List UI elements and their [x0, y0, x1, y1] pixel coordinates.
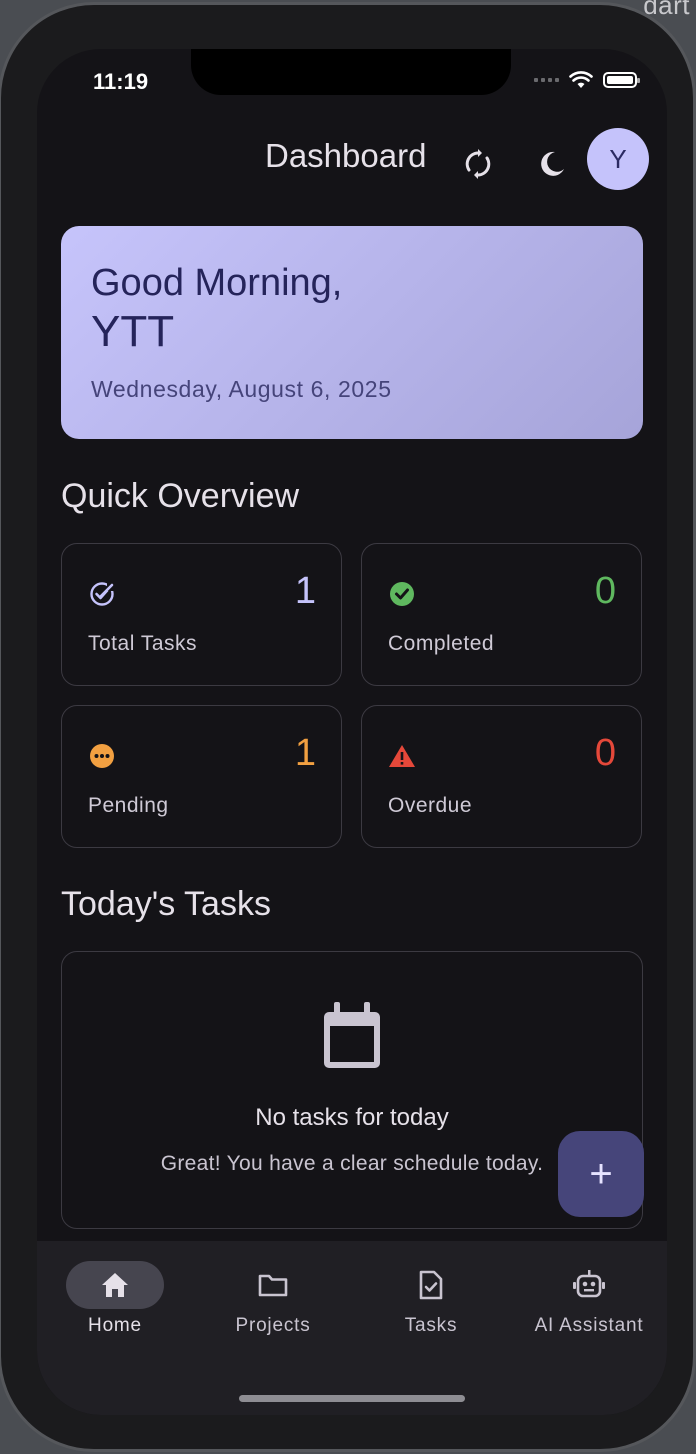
task-checklist-icon — [419, 1270, 443, 1300]
stat-value: 0 — [594, 570, 616, 612]
empty-state-title: No tasks for today — [255, 1104, 449, 1131]
greeting-text: Good Morning, — [91, 262, 343, 304]
stat-value: 1 — [294, 570, 316, 612]
home-icon — [102, 1273, 128, 1297]
device-notch — [191, 49, 511, 95]
current-date: Wednesday, August 6, 2025 — [91, 376, 392, 402]
nav-label: AI Assistant — [534, 1315, 644, 1336]
nav-indicator — [382, 1261, 480, 1309]
robot-icon — [573, 1270, 605, 1298]
status-time: 11:19 — [93, 69, 149, 94]
stat-card-total-tasks[interactable]: 1 Total Tasks — [61, 543, 342, 686]
nav-indicator — [224, 1261, 322, 1309]
nav-item-projects[interactable]: Projects — [198, 1261, 348, 1337]
sync-icon — [465, 149, 491, 179]
pending-dots-icon — [90, 744, 114, 768]
phone-frame: 11:19 Dashboard Y Good Morning, YTT Wedn… — [0, 2, 696, 1452]
greeting-card: Good Morning, YTT Wednesday, August 6, 2… — [61, 226, 643, 439]
quick-overview-title: Quick Overview — [61, 477, 300, 515]
nav-label: Projects — [235, 1315, 311, 1336]
battery-icon — [603, 72, 640, 88]
stat-card-pending[interactable]: 1 Pending — [61, 705, 342, 848]
todays-tasks-title: Today's Tasks — [61, 885, 271, 923]
stat-card-completed[interactable]: 0 Completed — [361, 543, 642, 686]
bottom-navigation: Home Projects Tasks AI Assistant — [37, 1241, 667, 1415]
app-screen: 11:19 Dashboard Y Good Morning, YTT Wedn… — [37, 49, 667, 1415]
stat-value: 0 — [594, 732, 616, 774]
check-circle-outline-icon — [90, 582, 115, 606]
avatar[interactable]: Y — [587, 128, 649, 190]
nav-label: Tasks — [404, 1315, 458, 1336]
moon-icon — [541, 151, 564, 176]
stat-label: Pending — [88, 794, 169, 817]
nav-item-tasks[interactable]: Tasks — [356, 1261, 506, 1337]
stat-label: Total Tasks — [88, 632, 197, 655]
wifi-icon — [569, 71, 593, 88]
nav-item-home[interactable]: Home — [40, 1261, 190, 1337]
stat-card-overdue[interactable]: 0 Overdue — [361, 705, 642, 848]
status-icons — [534, 71, 640, 89]
user-name: YTT — [91, 307, 175, 356]
theme-toggle-button[interactable] — [529, 141, 575, 187]
stat-label: Overdue — [388, 794, 473, 817]
nav-indicator — [66, 1261, 164, 1309]
nav-indicator — [540, 1261, 638, 1309]
add-task-fab[interactable]: + — [558, 1131, 644, 1217]
home-indicator[interactable] — [239, 1395, 465, 1402]
nav-item-ai-assistant[interactable]: AI Assistant — [514, 1261, 664, 1337]
refresh-button[interactable] — [455, 141, 501, 187]
calendar-icon — [324, 1002, 380, 1068]
stat-label: Completed — [388, 632, 495, 655]
nav-label: Home — [88, 1315, 142, 1336]
stat-value: 1 — [294, 732, 316, 774]
signal-icon — [534, 78, 559, 82]
warning-triangle-icon — [389, 745, 415, 767]
page-title: Dashboard — [265, 137, 427, 174]
todays-tasks-empty-state: No tasks for today Great! You have a cle… — [61, 951, 643, 1229]
check-circle-filled-icon — [390, 582, 414, 606]
folder-icon — [258, 1274, 288, 1297]
empty-state-subtitle: Great! You have a clear schedule today. — [160, 1152, 544, 1175]
